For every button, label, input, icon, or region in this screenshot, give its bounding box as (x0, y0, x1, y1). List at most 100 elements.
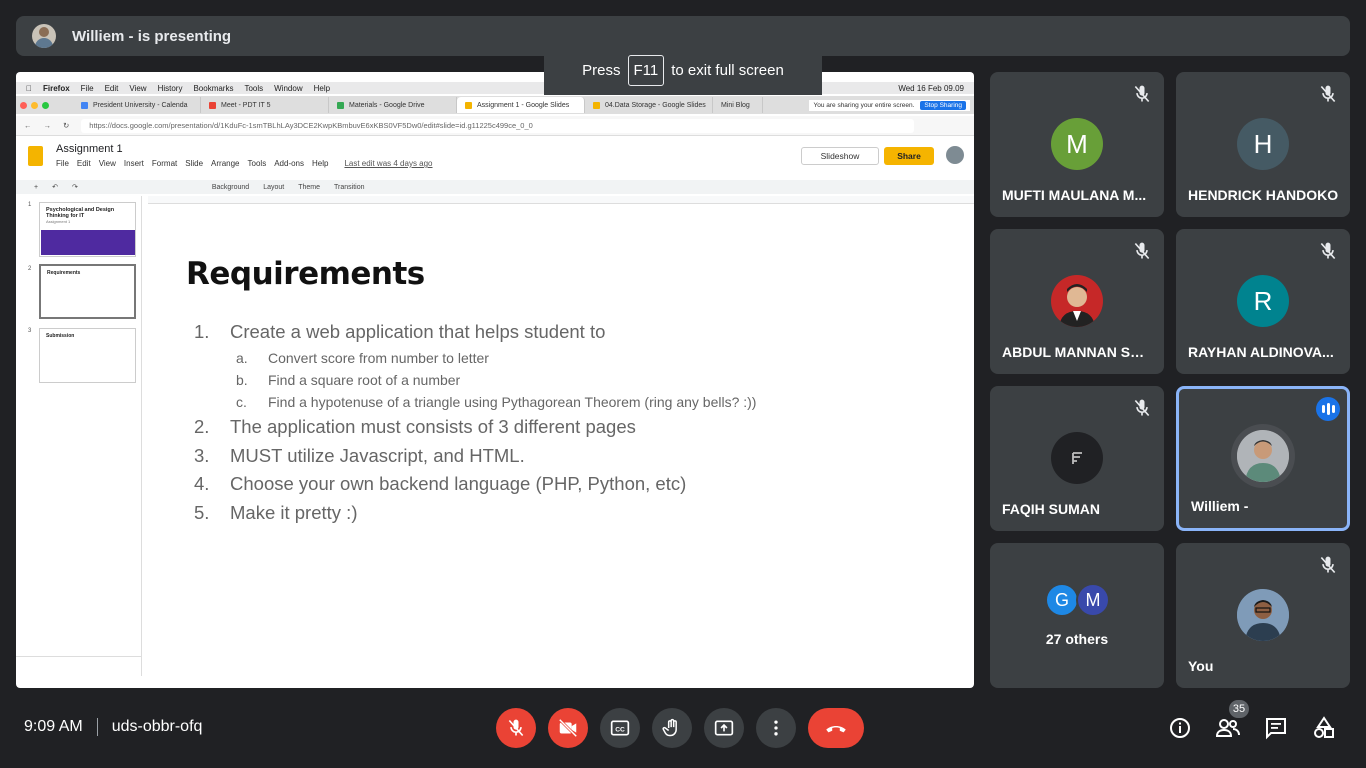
mic-toggle-button[interactable] (496, 708, 536, 748)
favicon-icon (337, 101, 344, 109)
toast-press: Press (582, 61, 621, 79)
stop-sharing-button: Stop Sharing (920, 100, 966, 110)
doc-menu-item: File (56, 159, 69, 168)
favicon-icon (593, 101, 600, 109)
back-icon: ← (24, 121, 32, 130)
toolbar-theme: Theme (298, 183, 321, 191)
account-avatar (946, 146, 964, 164)
participant-tile[interactable]: ABDUL MANNAN SAI... (990, 229, 1164, 374)
mac-clock: Wed 16 Feb 09.09 (898, 83, 964, 93)
list-text: The application must consists of 3 diffe… (230, 416, 636, 437)
minimize-window-icon (31, 101, 38, 109)
list-number: 2. (194, 416, 210, 437)
list-number: 4. (194, 473, 210, 494)
fullscreen-toast: Press F11 to exit full screen (544, 45, 822, 95)
thumbnail-number: 2 (28, 266, 32, 272)
mic-off-icon (1320, 242, 1336, 260)
list-number: 3. (194, 445, 210, 466)
undo-icon: ↶ (52, 184, 58, 191)
leave-call-button[interactable] (808, 708, 864, 748)
doc-menu-item: View (98, 159, 116, 168)
doc-menu-item: Edit (76, 159, 91, 168)
mac-menubar:  Firefox File Edit View History Bookmar… (16, 82, 974, 94)
participant-tile-speaking[interactable]: Williem - (1176, 386, 1350, 531)
sub-list-item: a. Convert score from number to letter (236, 350, 489, 366)
mac-menu-item: File (74, 83, 94, 93)
slides-toolbar: + ↶ ↷ Background Layout Theme Transition (16, 180, 974, 194)
screen-share-notice: You are sharing your entire screen. Stop… (809, 99, 970, 111)
people-count-badge: 35 (1229, 700, 1249, 718)
maximize-window-icon (42, 101, 49, 109)
sub-list-item: c. Find a hypotenuse of a triangle using … (236, 394, 756, 410)
people-button[interactable] (1214, 714, 1242, 742)
raise-hand-button[interactable] (652, 708, 692, 748)
participant-tile[interactable]: R RAYHAN ALDINOVA... (1176, 229, 1350, 374)
thumbnail-number: 1 (28, 202, 32, 208)
shared-screen[interactable]:  Firefox File Edit View History Bookmar… (16, 72, 974, 688)
person-photo-icon (1059, 284, 1095, 327)
mac-menu-item: Help (307, 83, 330, 93)
person-photo-icon (1237, 430, 1289, 482)
camera-toggle-button[interactable] (548, 708, 588, 748)
chat-button[interactable] (1262, 714, 1290, 742)
speaking-indicator-icon (1316, 397, 1340, 421)
others-tile[interactable]: G M 27 others (990, 543, 1164, 688)
chat-icon (1266, 718, 1286, 740)
meeting-info: 9:09 AM uds-obbr-ofq (24, 718, 202, 736)
participant-avatar: R (1237, 275, 1289, 327)
self-photo (1237, 589, 1289, 641)
doc-title: Assignment 1 (56, 143, 123, 155)
thumbnail-title: Requirements (47, 270, 81, 276)
activities-icon (1314, 716, 1334, 738)
browser-tab: Meet - PDT IT 5 (201, 97, 329, 113)
participant-name: Williem - (1191, 498, 1249, 514)
doc-menu-item: Tools (247, 159, 267, 168)
mic-off-icon (1134, 399, 1150, 417)
doc-menu-item: Help (312, 159, 329, 168)
participant-name: FAQIH SUMAN (1002, 501, 1100, 517)
tab-label: President University - Calenda (93, 101, 188, 109)
redo-icon: ↷ (71, 184, 78, 191)
self-tile[interactable]: You (1176, 543, 1350, 688)
slide-title: Requirements (186, 256, 425, 292)
divider (96, 718, 98, 736)
people-icon (1215, 719, 1240, 737)
more-options-button[interactable] (756, 708, 796, 748)
info-icon (1170, 718, 1190, 738)
url-text: https://docs.google.com/presentation/d/1… (89, 121, 533, 130)
captions-button[interactable]: CC (600, 708, 640, 748)
browser-tabbar: President University - Calenda Meet - PD… (16, 96, 974, 114)
captions-icon: CC (610, 720, 630, 736)
list-number: c. (236, 394, 247, 410)
svg-text:CC: CC (615, 726, 625, 733)
participant-name: MUFTI MAULANA M... (1002, 187, 1147, 203)
filmstrip-footer (16, 656, 142, 676)
participant-tile[interactable]: H HENDRICK HANDOKO (1176, 72, 1350, 217)
doc-menu-item: Slide (185, 159, 204, 168)
list-item: 2. The application must consists of 3 dif… (194, 416, 636, 438)
list-text: Create a web application that helps stud… (230, 321, 606, 342)
list-item: 4. Choose your own backend language (PHP,… (194, 473, 686, 495)
tab-label: Meet - PDT IT 5 (221, 101, 271, 109)
meeting-details-button[interactable] (1166, 714, 1194, 742)
list-item: 1. Create a web application that helps st… (194, 321, 605, 343)
add-icon: + (34, 183, 39, 191)
person-photo-icon (1237, 589, 1289, 641)
list-text: Make it pretty :) (230, 502, 358, 523)
thumbnail-title: Submission (46, 333, 75, 339)
share-button: Share (884, 147, 934, 165)
present-button[interactable] (704, 708, 744, 748)
toolbar-layout: Layout (263, 183, 285, 191)
activities-button[interactable] (1310, 714, 1338, 742)
browser-tab: Mini Blog (713, 97, 763, 113)
mic-off-icon (1134, 242, 1150, 260)
participant-tile[interactable]: M MUFTI MAULANA M... (990, 72, 1164, 217)
participant-avatar: M (1051, 118, 1103, 170)
list-number: b. (236, 372, 248, 388)
reload-icon: ↻ (63, 121, 70, 130)
mac-menu-item: Tools (238, 83, 263, 93)
toast-suffix: to exit full screen (671, 61, 784, 79)
tab-label: Assignment 1 - Google Slides (477, 101, 570, 109)
participant-avatar: H (1237, 118, 1289, 170)
participant-tile[interactable]: FAQIH SUMAN (990, 386, 1164, 531)
